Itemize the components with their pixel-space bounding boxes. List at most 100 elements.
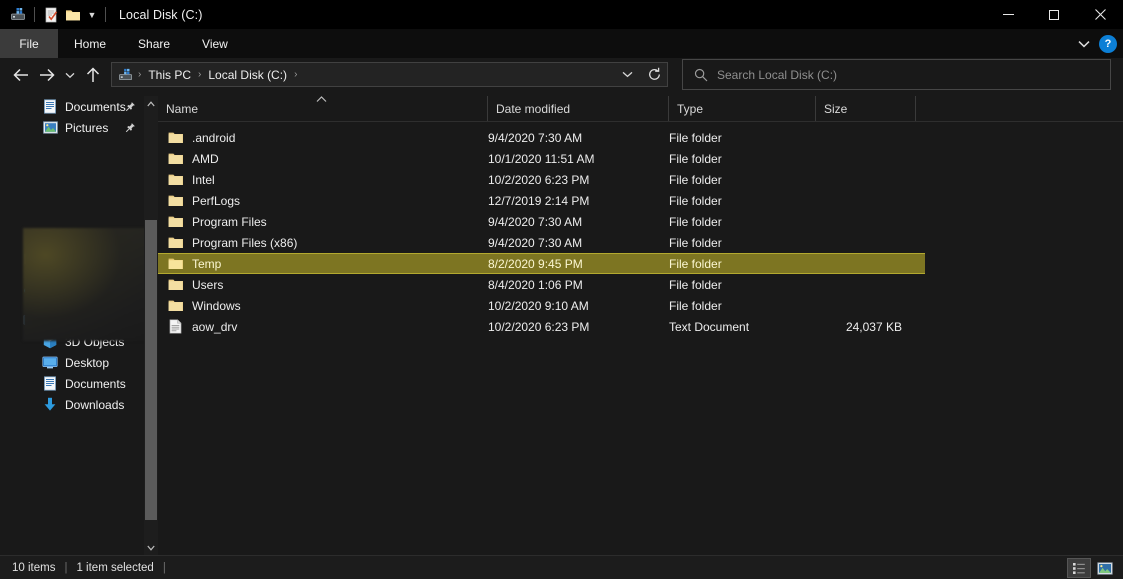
file-name-cell: PerfLogs (158, 193, 488, 209)
breadcrumb-item-local-disk[interactable]: Local Disk (C:) (205, 68, 290, 82)
sidebar-item-documents-quick[interactable]: Documents (0, 96, 158, 117)
file-type: File folder (669, 235, 722, 250)
folder-icon (167, 151, 183, 167)
column-header-size[interactable]: Size (816, 96, 916, 122)
table-row[interactable]: Users 8/4/2020 1:06 PM File folder (158, 274, 1123, 295)
address-bar-right-controls (614, 62, 668, 87)
pin-icon[interactable] (125, 101, 136, 112)
file-type: File folder (669, 130, 722, 145)
breadcrumb-separator-2[interactable]: › (290, 69, 301, 80)
file-date: 8/2/2020 9:45 PM (488, 256, 583, 271)
documents-icon (42, 376, 58, 392)
pin-icon[interactable] (125, 122, 136, 133)
sidebar-item-downloads[interactable]: Downloads (0, 394, 158, 415)
folder-icon (167, 298, 183, 314)
tab-view[interactable]: View (186, 29, 244, 58)
sidebar-item-label: Desktop (65, 355, 110, 370)
qat-divider-2 (105, 7, 106, 22)
file-name-cell: Windows (158, 298, 488, 314)
tab-file[interactable]: File (0, 29, 58, 58)
back-button[interactable] (8, 62, 34, 88)
search-icon (693, 67, 709, 83)
file-type: File folder (669, 151, 722, 166)
scroll-up-arrow-icon[interactable] (144, 96, 158, 112)
desktop-icon (42, 355, 58, 371)
large-icons-view-button[interactable] (1093, 558, 1117, 578)
details-view-icon (1073, 562, 1085, 574)
file-name: Users (192, 277, 224, 292)
folder-icon (167, 130, 183, 146)
breadcrumb-separator-0[interactable]: › (134, 69, 145, 80)
selection-status: 1 item selected (76, 561, 154, 574)
scrollbar-thumb[interactable] (145, 220, 157, 520)
breadcrumb-separator-1[interactable]: › (194, 69, 205, 80)
table-row[interactable]: Intel 10/2/2020 6:23 PM File folder (158, 169, 1123, 190)
file-list-pane: Name Date modified Type Size .android 9/… (158, 96, 1123, 415)
maximize-icon (1049, 9, 1059, 20)
ribbon-tab-bar: File Home Share View ? (0, 29, 1123, 58)
expand-ribbon-chevron-down-icon[interactable] (1071, 31, 1097, 57)
file-date: 8/4/2020 1:06 PM (488, 277, 583, 292)
drive-properties-icon[interactable] (7, 4, 29, 26)
tab-share[interactable]: Share (122, 29, 186, 58)
forward-button[interactable] (34, 62, 60, 88)
table-row[interactable]: Program Files 9/4/2020 7:30 AM File fold… (158, 211, 1123, 232)
maximize-button[interactable] (1031, 0, 1077, 29)
close-button[interactable] (1077, 0, 1123, 29)
table-row[interactable]: aow_drv 10/2/2020 6:23 PM Text Document … (158, 316, 1123, 337)
breadcrumb[interactable]: › This PC › Local Disk (C:) › (111, 62, 668, 87)
scroll-down-arrow-icon[interactable] (144, 540, 158, 556)
column-header-type[interactable]: Type (669, 96, 816, 122)
file-list-header-divider (158, 121, 1123, 122)
refresh-button[interactable] (640, 62, 668, 88)
search-input-placeholder[interactable]: Search Local Disk (C:) (717, 68, 837, 82)
search-box[interactable]: Search Local Disk (C:) (682, 59, 1111, 90)
sidebar-item-documents[interactable]: Documents (0, 373, 158, 394)
qat-divider-1 (34, 7, 35, 22)
window-title: Local Disk (C:) (119, 7, 203, 22)
tab-home[interactable]: Home (58, 29, 122, 58)
column-header-spacer (916, 96, 966, 122)
file-type: File folder (669, 298, 722, 313)
sidebar-item-desktop[interactable]: Desktop (0, 352, 158, 373)
column-header-date-modified[interactable]: Date modified (488, 96, 669, 122)
file-name-cell: Intel (158, 172, 488, 188)
file-name: AMD (192, 151, 219, 166)
file-date: 10/2/2020 9:10 AM (488, 298, 589, 313)
file-type: File folder (669, 193, 722, 208)
file-name: Windows (192, 298, 241, 313)
file-name: Program Files (192, 214, 267, 229)
column-header-name[interactable]: Name (158, 96, 488, 122)
table-row[interactable]: .android 9/4/2020 7:30 AM File folder (158, 127, 1123, 148)
obscured-overlay-region (23, 228, 148, 341)
file-type: File folder (669, 277, 722, 292)
customize-quick-access-chevron-icon[interactable]: ▼ (84, 4, 100, 26)
file-date: 9/4/2020 7:30 AM (488, 214, 583, 229)
ribbon-right-controls: ? (1071, 29, 1123, 58)
navigation-pane-scrollbar[interactable] (144, 96, 158, 556)
large-icons-view-icon (1097, 561, 1113, 575)
minimize-button[interactable] (985, 0, 1031, 29)
table-row[interactable]: Windows 10/2/2020 9:10 AM File folder (158, 295, 1123, 316)
new-folder-icon[interactable] (62, 4, 84, 26)
properties-icon[interactable] (40, 4, 62, 26)
recent-locations-chevron-down-icon[interactable] (60, 62, 80, 88)
file-type: File folder (669, 256, 722, 271)
status-divider-1: | (64, 561, 68, 574)
help-button[interactable]: ? (1099, 34, 1117, 53)
table-row[interactable]: PerfLogs 12/7/2019 2:14 PM File folder (158, 190, 1123, 211)
navigation-pane: Documents Pictures 3D Objects Desktop Do… (0, 96, 158, 415)
details-view-button[interactable] (1067, 558, 1091, 578)
title-bar: ▼ Local Disk (C:) (0, 0, 1123, 29)
folder-icon (167, 172, 183, 188)
text-document-icon (167, 319, 183, 335)
address-history-chevron-down-icon[interactable] (614, 62, 640, 88)
sidebar-item-pictures-quick[interactable]: Pictures (0, 117, 158, 138)
table-row[interactable]: Program Files (x86) 9/4/2020 7:30 AM Fil… (158, 232, 1123, 253)
table-row[interactable]: AMD 10/1/2020 11:51 AM File folder (158, 148, 1123, 169)
table-row-selected[interactable]: Temp 8/2/2020 9:45 PM File folder (158, 253, 925, 274)
file-type: File folder (669, 172, 722, 187)
breadcrumb-item-this-pc[interactable]: This PC (145, 68, 194, 82)
up-button[interactable] (80, 62, 106, 88)
file-type: Text Document (669, 319, 750, 334)
